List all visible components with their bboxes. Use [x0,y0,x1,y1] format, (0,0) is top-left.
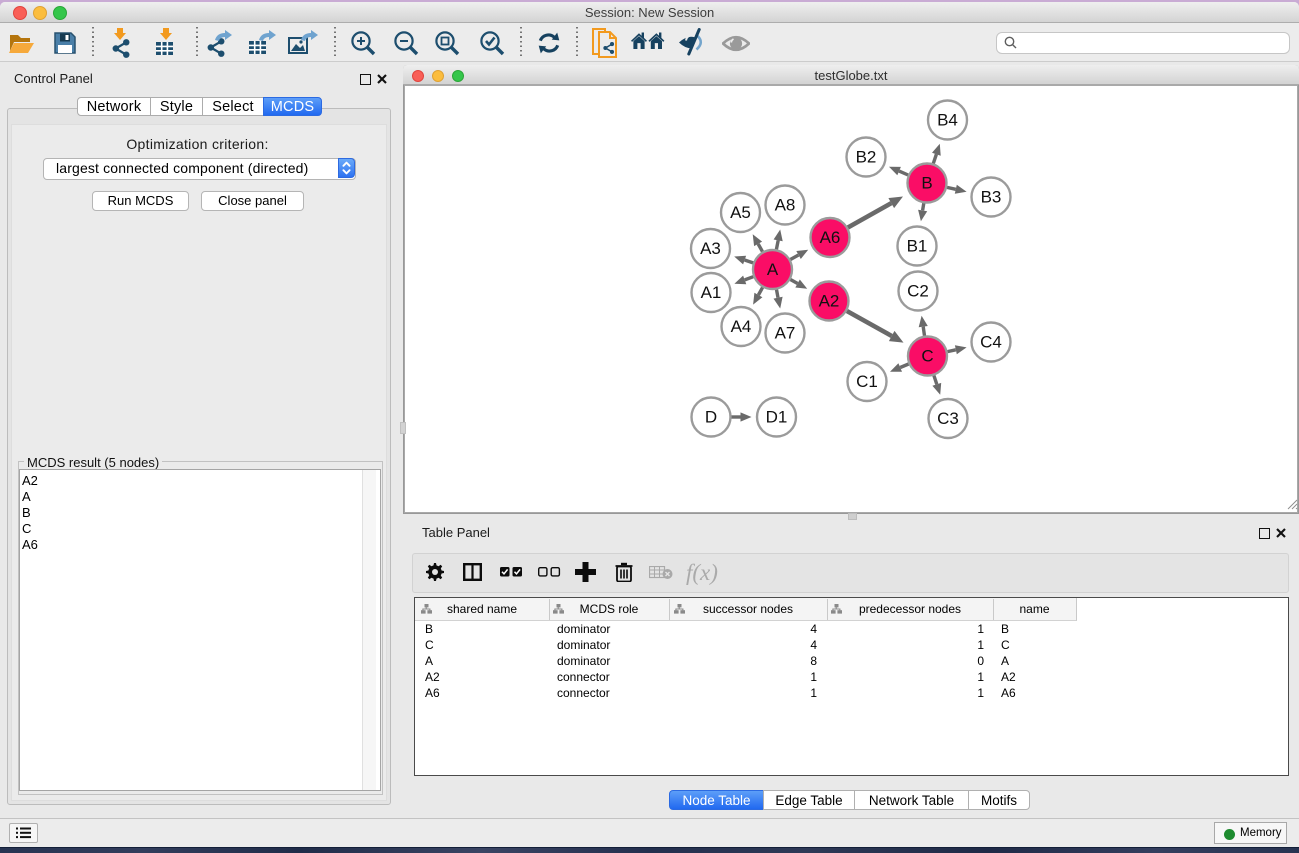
svg-text:D1: D1 [766,408,788,427]
svg-text:A7: A7 [775,324,796,343]
svg-text:B2: B2 [856,148,877,167]
svg-text:A4: A4 [731,317,752,336]
svg-text:C1: C1 [856,372,878,391]
svg-text:B4: B4 [937,111,958,130]
svg-text:A8: A8 [775,196,796,215]
svg-text:A6: A6 [820,228,841,247]
svg-text:A3: A3 [700,239,721,258]
svg-text:A: A [767,260,779,279]
svg-text:A2: A2 [819,292,840,311]
svg-text:C3: C3 [937,409,959,428]
svg-text:C: C [921,347,933,366]
svg-text:C2: C2 [907,282,929,301]
svg-text:C4: C4 [980,333,1002,352]
svg-text:D: D [705,408,717,427]
svg-text:B: B [921,174,932,193]
svg-text:A5: A5 [730,203,751,222]
svg-text:A1: A1 [701,283,722,302]
svg-text:B3: B3 [981,188,1002,207]
svg-text:B1: B1 [907,237,928,256]
